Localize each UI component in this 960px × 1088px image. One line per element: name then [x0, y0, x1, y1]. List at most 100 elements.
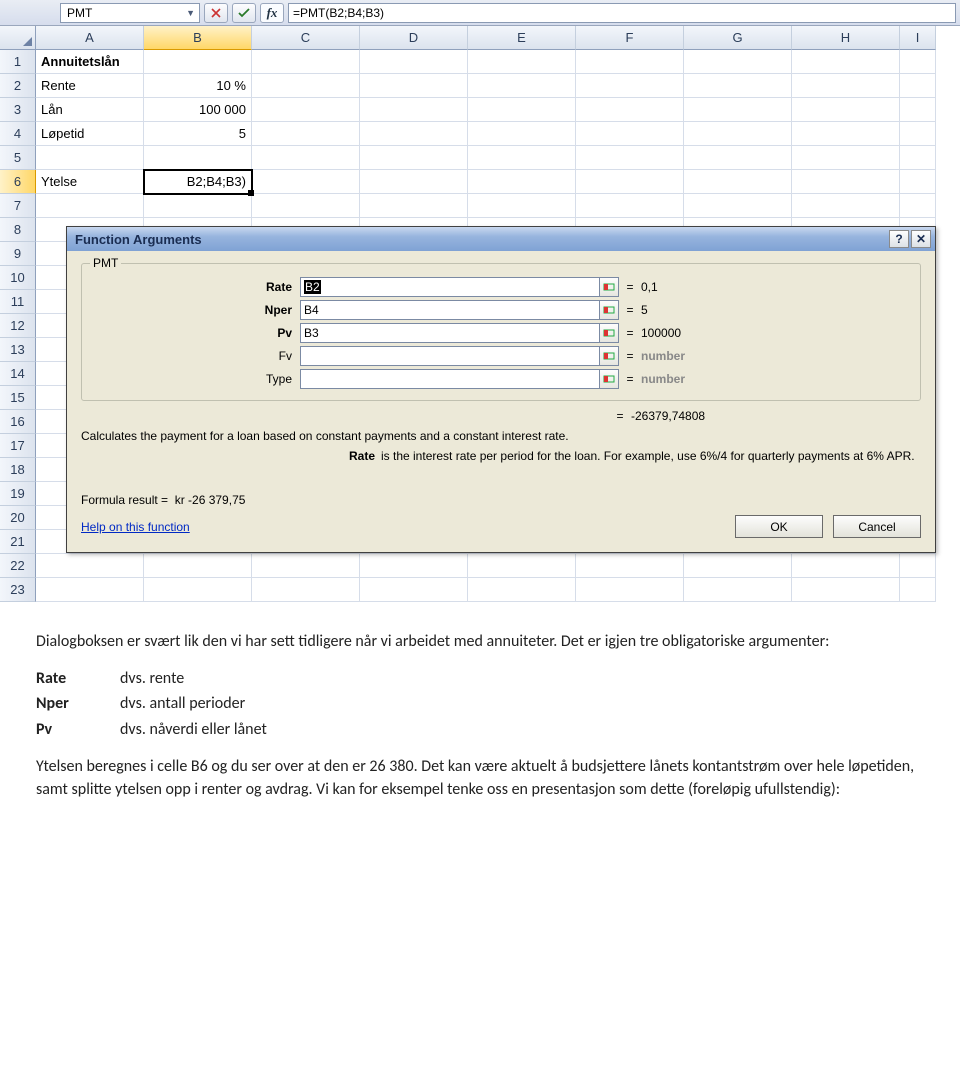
- column-header-F[interactable]: F: [576, 26, 684, 50]
- cell-A22[interactable]: [36, 554, 144, 578]
- column-header-G[interactable]: G: [684, 26, 792, 50]
- cell-E5[interactable]: [468, 146, 576, 170]
- cell-B1[interactable]: [144, 50, 252, 74]
- cell-F6[interactable]: [576, 170, 684, 194]
- cell-C4[interactable]: [252, 122, 360, 146]
- dialog-close-button[interactable]: ✕: [911, 230, 931, 248]
- row-header-12[interactable]: 12: [0, 314, 36, 338]
- row-header-19[interactable]: 19: [0, 482, 36, 506]
- cell-D1[interactable]: [360, 50, 468, 74]
- help-link[interactable]: Help on this function: [81, 520, 190, 534]
- column-header-B[interactable]: B: [144, 26, 252, 50]
- cell-E2[interactable]: [468, 74, 576, 98]
- cell-F3[interactable]: [576, 98, 684, 122]
- name-box[interactable]: PMT ▼: [60, 3, 200, 23]
- cell-C7[interactable]: [252, 194, 360, 218]
- cell-D22[interactable]: [360, 554, 468, 578]
- cell-A6[interactable]: Ytelse: [36, 170, 144, 194]
- row-header-11[interactable]: 11: [0, 290, 36, 314]
- row-header-6[interactable]: 6: [0, 170, 36, 194]
- cell-E3[interactable]: [468, 98, 576, 122]
- cell-G3[interactable]: [684, 98, 792, 122]
- cell-E1[interactable]: [468, 50, 576, 74]
- cell-I1[interactable]: [900, 50, 936, 74]
- row-header-15[interactable]: 15: [0, 386, 36, 410]
- column-header-A[interactable]: A: [36, 26, 144, 50]
- select-all-corner[interactable]: [0, 26, 36, 50]
- cell-C22[interactable]: [252, 554, 360, 578]
- cell-F22[interactable]: [576, 554, 684, 578]
- cell-D6[interactable]: [360, 170, 468, 194]
- cell-I2[interactable]: [900, 74, 936, 98]
- cell-G7[interactable]: [684, 194, 792, 218]
- cell-H4[interactable]: [792, 122, 900, 146]
- cell-F5[interactable]: [576, 146, 684, 170]
- row-header-14[interactable]: 14: [0, 362, 36, 386]
- cell-G4[interactable]: [684, 122, 792, 146]
- cell-G2[interactable]: [684, 74, 792, 98]
- dialog-help-button[interactable]: ?: [889, 230, 909, 248]
- cell-D5[interactable]: [360, 146, 468, 170]
- range-selector-button[interactable]: [599, 323, 619, 343]
- cell-B4[interactable]: 5: [144, 122, 252, 146]
- cell-I7[interactable]: [900, 194, 936, 218]
- cell-A5[interactable]: [36, 146, 144, 170]
- arg-input-rate[interactable]: B2: [300, 277, 600, 297]
- cell-A1[interactable]: Annuitetslån: [36, 50, 144, 74]
- cell-A4[interactable]: Løpetid: [36, 122, 144, 146]
- row-header-20[interactable]: 20: [0, 506, 36, 530]
- cell-C2[interactable]: [252, 74, 360, 98]
- cell-D3[interactable]: [360, 98, 468, 122]
- cell-H3[interactable]: [792, 98, 900, 122]
- formula-input[interactable]: =PMT(B2;B4;B3): [288, 3, 956, 23]
- cell-H6[interactable]: [792, 170, 900, 194]
- cell-H22[interactable]: [792, 554, 900, 578]
- cell-C3[interactable]: [252, 98, 360, 122]
- cell-B22[interactable]: [144, 554, 252, 578]
- cell-E22[interactable]: [468, 554, 576, 578]
- cell-G22[interactable]: [684, 554, 792, 578]
- row-header-7[interactable]: 7: [0, 194, 36, 218]
- cell-B2[interactable]: 10 %: [144, 74, 252, 98]
- cell-D4[interactable]: [360, 122, 468, 146]
- row-header-1[interactable]: 1: [0, 50, 36, 74]
- cell-B6[interactable]: B2;B4;B3): [144, 170, 252, 194]
- cell-F23[interactable]: [576, 578, 684, 602]
- cell-F7[interactable]: [576, 194, 684, 218]
- row-header-8[interactable]: 8: [0, 218, 36, 242]
- cell-F4[interactable]: [576, 122, 684, 146]
- cell-B5[interactable]: [144, 146, 252, 170]
- cell-A7[interactable]: [36, 194, 144, 218]
- cell-G6[interactable]: [684, 170, 792, 194]
- cell-E7[interactable]: [468, 194, 576, 218]
- dialog-titlebar[interactable]: Function Arguments ? ✕: [67, 227, 935, 251]
- cell-H7[interactable]: [792, 194, 900, 218]
- range-selector-button[interactable]: [599, 277, 619, 297]
- ok-button[interactable]: OK: [735, 515, 823, 538]
- row-header-21[interactable]: 21: [0, 530, 36, 554]
- cell-I5[interactable]: [900, 146, 936, 170]
- arg-input-nper[interactable]: B4: [300, 300, 600, 320]
- cell-D23[interactable]: [360, 578, 468, 602]
- cell-C5[interactable]: [252, 146, 360, 170]
- cell-D7[interactable]: [360, 194, 468, 218]
- cell-G23[interactable]: [684, 578, 792, 602]
- cell-C23[interactable]: [252, 578, 360, 602]
- cell-D2[interactable]: [360, 74, 468, 98]
- cell-E6[interactable]: [468, 170, 576, 194]
- insert-function-button[interactable]: fx: [260, 3, 284, 23]
- column-header-C[interactable]: C: [252, 26, 360, 50]
- range-selector-button[interactable]: [599, 300, 619, 320]
- row-header-5[interactable]: 5: [0, 146, 36, 170]
- row-header-9[interactable]: 9: [0, 242, 36, 266]
- cell-A23[interactable]: [36, 578, 144, 602]
- cancel-entry-button[interactable]: [204, 3, 228, 23]
- cell-G5[interactable]: [684, 146, 792, 170]
- cell-B3[interactable]: 100 000: [144, 98, 252, 122]
- cell-C6[interactable]: [252, 170, 360, 194]
- cell-F2[interactable]: [576, 74, 684, 98]
- cell-F1[interactable]: [576, 50, 684, 74]
- cell-H2[interactable]: [792, 74, 900, 98]
- range-selector-button[interactable]: [599, 346, 619, 366]
- column-header-D[interactable]: D: [360, 26, 468, 50]
